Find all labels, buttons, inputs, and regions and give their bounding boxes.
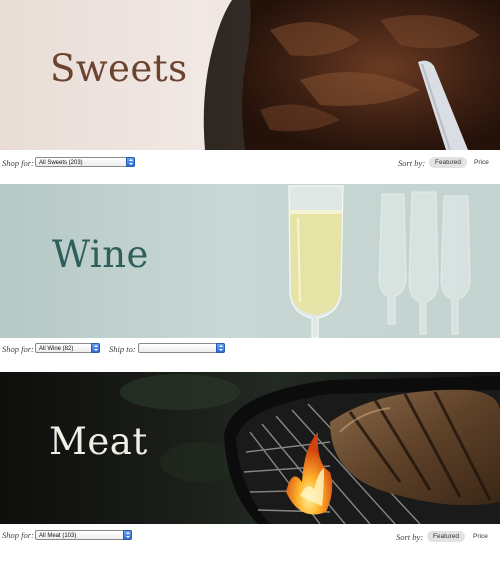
sweets-filter-bar: Shop for: All Sweets (203) Sort by: Feat… (0, 150, 500, 184)
sort-price-button[interactable]: Price (474, 157, 489, 168)
shop-for-label: Shop for: (2, 530, 34, 540)
sort-by-label: Sort by: (396, 532, 424, 542)
wine-title: Wine (52, 233, 149, 276)
sort-by-label: Sort by: (398, 158, 426, 168)
meat-banner: Meat (0, 372, 500, 524)
sweets-shop-select[interactable]: All Sweets (203) (35, 157, 135, 167)
wine-ship-select[interactable] (138, 343, 225, 353)
chevron-updown-icon (216, 343, 225, 353)
shop-for-label: Shop for: (2, 344, 34, 354)
shop-for-label: Shop for: (2, 158, 34, 168)
meat-filter-bar: Shop for: All Meat (103) Sort by: Featur… (0, 524, 500, 564)
meat-shop-select[interactable]: All Meat (103) (35, 530, 132, 540)
chevron-updown-icon (123, 530, 132, 540)
meat-title: Meat (49, 420, 148, 463)
chevron-updown-icon (126, 157, 135, 167)
chevron-updown-icon (91, 343, 100, 353)
sort-featured-button[interactable]: Featured (427, 531, 465, 542)
wine-shop-select[interactable]: All Wine (82) (35, 343, 100, 353)
select-value: All Sweets (203) (39, 160, 83, 166)
wine-banner: Wine (0, 184, 500, 338)
sort-price-button[interactable]: Price (473, 531, 488, 542)
ship-to-label: Ship to: (109, 344, 136, 354)
select-value: All Meat (103) (39, 533, 77, 539)
sort-featured-button[interactable]: Featured (429, 157, 467, 168)
wine-filter-bar: Shop for: All Wine (82) Ship to: (0, 338, 500, 372)
sweets-title: Sweets (50, 47, 188, 90)
sweets-banner: Sweets (0, 0, 500, 150)
select-value: All Wine (82) (39, 346, 74, 352)
